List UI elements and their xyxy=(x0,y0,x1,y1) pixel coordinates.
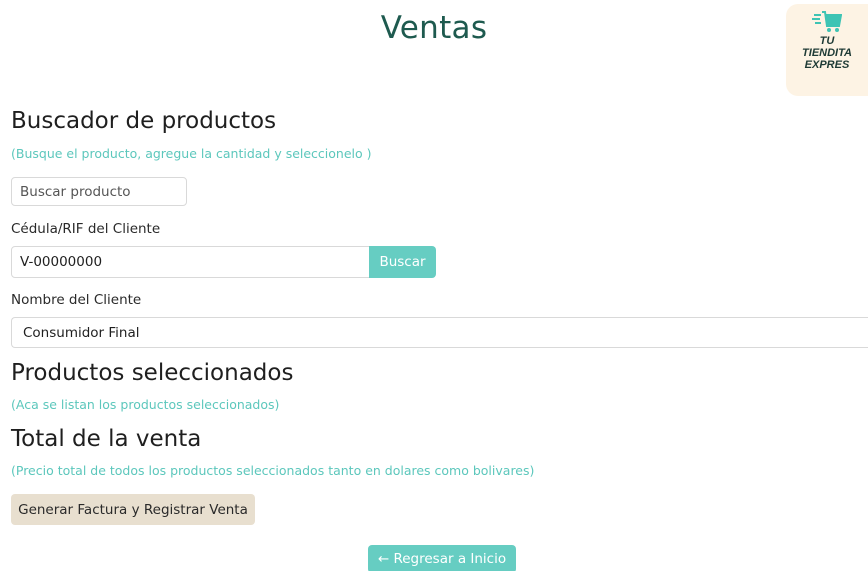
selected-products-title: Productos seleccionados xyxy=(11,360,294,386)
search-client-button[interactable]: Buscar xyxy=(369,246,436,278)
sales-page: Ventas TU TIENDITA EXPRES Buscador de pr… xyxy=(0,0,868,571)
client-name-label: Nombre del Cliente xyxy=(11,292,142,308)
product-search-title: Buscador de productos xyxy=(11,108,277,134)
selected-products-hint: (Aca se listan los productos seleccionad… xyxy=(11,397,280,412)
logo-text: TU TIENDITA EXPRES xyxy=(802,35,852,71)
sale-total-title: Total de la venta xyxy=(11,426,202,452)
product-search-hint: (Busque el producto, agregue la cantidad… xyxy=(11,146,372,161)
generate-invoice-button[interactable]: Generar Factura y Registrar Venta xyxy=(11,494,255,525)
sale-total-hint: (Precio total de todos los productos sel… xyxy=(11,463,535,478)
client-name-input[interactable] xyxy=(11,317,868,348)
client-id-input[interactable] xyxy=(11,246,370,278)
store-logo: TU TIENDITA EXPRES xyxy=(786,4,868,96)
search-product-input[interactable] xyxy=(11,177,187,206)
page-title: Ventas xyxy=(380,10,488,46)
back-to-home-button[interactable]: ← Regresar a Inicio xyxy=(368,545,516,571)
client-id-label: Cédula/RIF del Cliente xyxy=(11,221,161,237)
shopping-cart-icon xyxy=(812,11,842,32)
